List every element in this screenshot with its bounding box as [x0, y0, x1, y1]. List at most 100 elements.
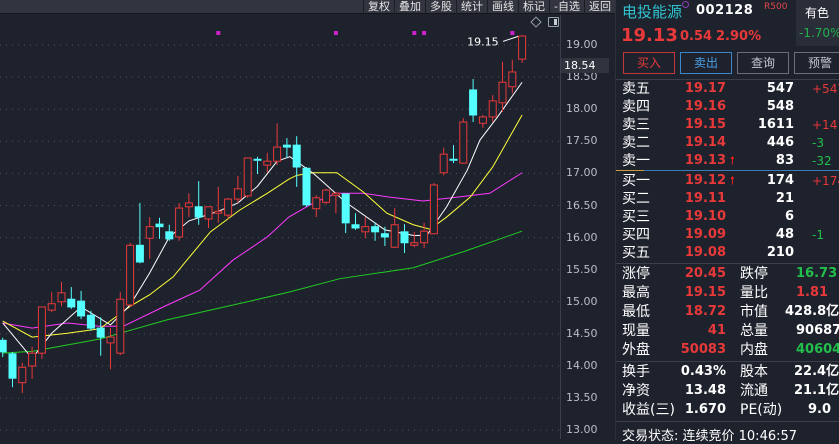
candle-up [361, 226, 370, 233]
stat-value: 1.670 [684, 402, 726, 417]
ask-row[interactable]: 卖四 19.16 548 [616, 98, 839, 116]
panel-toggle-icon[interactable] [548, 17, 559, 27]
sell-button[interactable]: 卖出 [680, 52, 732, 74]
y-tick-label: 14.50 [566, 326, 598, 340]
stat-label: 现量 [622, 323, 650, 339]
toolbar-button[interactable]: 画线 [487, 0, 518, 14]
stat-value: 13.48 [684, 383, 726, 398]
candle-down [371, 226, 380, 233]
candle-up [410, 242, 419, 246]
candle-down [194, 206, 203, 218]
candle-up [233, 188, 242, 200]
toolbar-button[interactable]: 标记 [518, 0, 549, 14]
stat-value: 0.43% [680, 364, 726, 379]
candle-up [420, 230, 429, 244]
stat-label: 跌停 [740, 266, 768, 282]
sector-box[interactable]: 有色 -1.70% [796, 0, 839, 46]
bid-row[interactable]: 买二 19.11 21 [616, 190, 839, 208]
candle-down [67, 298, 76, 308]
y-tick-label: 13.50 [566, 391, 598, 405]
stat-value: 41 [707, 323, 726, 338]
candle-up [273, 146, 282, 162]
candle-down [282, 144, 291, 148]
toolbar-button[interactable]: 叠加 [394, 0, 425, 14]
level-price: 19.09 [684, 227, 726, 242]
last-price: 19.13 [621, 25, 678, 46]
alert-button[interactable]: 预警 [794, 52, 839, 74]
level-volume: 210 [766, 245, 794, 260]
candle-up [429, 184, 438, 235]
stat-value: 21.1亿 [794, 383, 839, 398]
level-price: 19.17 [684, 81, 726, 96]
divider [616, 170, 839, 171]
level-price: 19.16 [684, 99, 726, 114]
candle-up [312, 197, 321, 210]
bid-row[interactable]: 买五 19.08 210 [616, 244, 839, 262]
candle-down [341, 193, 350, 224]
candle-down [351, 224, 360, 229]
candle-up [224, 198, 233, 216]
stat-label: 换手 [622, 364, 650, 380]
level-delta: -3 [812, 136, 824, 150]
toolbar-button[interactable]: 复权 [363, 0, 394, 14]
level-label: 卖四 [622, 99, 650, 115]
stat-value: 16.73 [796, 266, 838, 281]
level-volume: 446 [766, 135, 794, 150]
stat-value: 22.4亿 [794, 364, 839, 379]
ask-row[interactable]: 卖二 19.14 446 -3 [616, 134, 839, 152]
candle-up [116, 298, 125, 354]
stat-value: 50083 [680, 342, 726, 357]
candlestick-chart[interactable]: 19.15 [0, 15, 560, 439]
y-tick-label: 14.00 [566, 359, 598, 372]
stat-value: 40604 [796, 342, 839, 357]
signal-marker [216, 31, 221, 35]
candle-up [28, 352, 37, 367]
y-tick-label: 19.00 [566, 38, 598, 51]
y-tick-label: 17.00 [566, 166, 598, 180]
candle-down [400, 231, 409, 244]
toolbar-button[interactable]: 多股 [425, 0, 456, 14]
level-price: 19.08 [684, 245, 726, 260]
fundamental-row: 净资 13.48 流通 21.1亿 [616, 382, 839, 400]
candle-down [380, 233, 389, 238]
level-label: 卖五 [622, 81, 650, 97]
candle-down [8, 353, 17, 379]
level-volume: 48 [775, 227, 794, 242]
signal-marker [422, 31, 427, 35]
buy-button[interactable]: 买入 [623, 52, 675, 74]
candle-up [263, 160, 272, 166]
fundamental-row: 换手 0.43% 股本 22.4亿 [616, 363, 839, 381]
toolbar-button[interactable]: 统计 [456, 0, 487, 14]
level-label: 卖二 [622, 135, 650, 151]
level-delta: -32 [812, 154, 832, 168]
ask-row[interactable]: 卖一 19.13 🠕 83 -32 [616, 152, 839, 170]
query-button[interactable]: 查询 [737, 52, 789, 74]
y-tick-label: 13.00 [566, 423, 598, 437]
stat-label: PE(动) [740, 402, 783, 418]
candle-up [37, 306, 46, 354]
candle-down [135, 244, 144, 263]
stat-label: 最高 [622, 285, 650, 301]
stock-code: 002128 [696, 3, 754, 18]
quote-panel: 电投能源 002128 R500 有色 -1.70% 19.13 0.54 2.… [615, 0, 839, 444]
y-tick-label: 18.00 [566, 102, 598, 116]
stat-label: 净资 [622, 383, 650, 399]
toolbar-button[interactable]: 返回 [584, 0, 615, 14]
level-volume: 547 [766, 81, 794, 96]
toolbar-button[interactable]: -自选 [549, 0, 584, 14]
candle-down [96, 327, 105, 338]
candle-down [253, 158, 262, 161]
bid-row[interactable]: 买三 19.10 6 [616, 208, 839, 226]
bid-row[interactable]: 买一 19.12 🠕 174 +174 [616, 172, 839, 190]
stat-row: 最高 19.15 量比 1.81 [616, 284, 839, 302]
fundamental-row: 收益(三) 1.670 PE(动) 9.0 [616, 401, 839, 419]
ask-row[interactable]: 卖五 19.17 547 +547 [616, 80, 839, 98]
toolbar-buttons: 复权 叠加 多股 统计 画线 标记 -自选 返回 [363, 0, 615, 14]
bid-row[interactable]: 买四 19.09 48 -1 [616, 226, 839, 244]
ask-row[interactable]: 卖三 19.15 1611 +14 [616, 116, 839, 134]
level-delta: +174 [812, 174, 839, 188]
stat-label: 总量 [740, 323, 768, 339]
candle-down [449, 158, 458, 161]
level-price: 19.14 [684, 135, 726, 150]
stat-value: 20.45 [684, 266, 726, 281]
